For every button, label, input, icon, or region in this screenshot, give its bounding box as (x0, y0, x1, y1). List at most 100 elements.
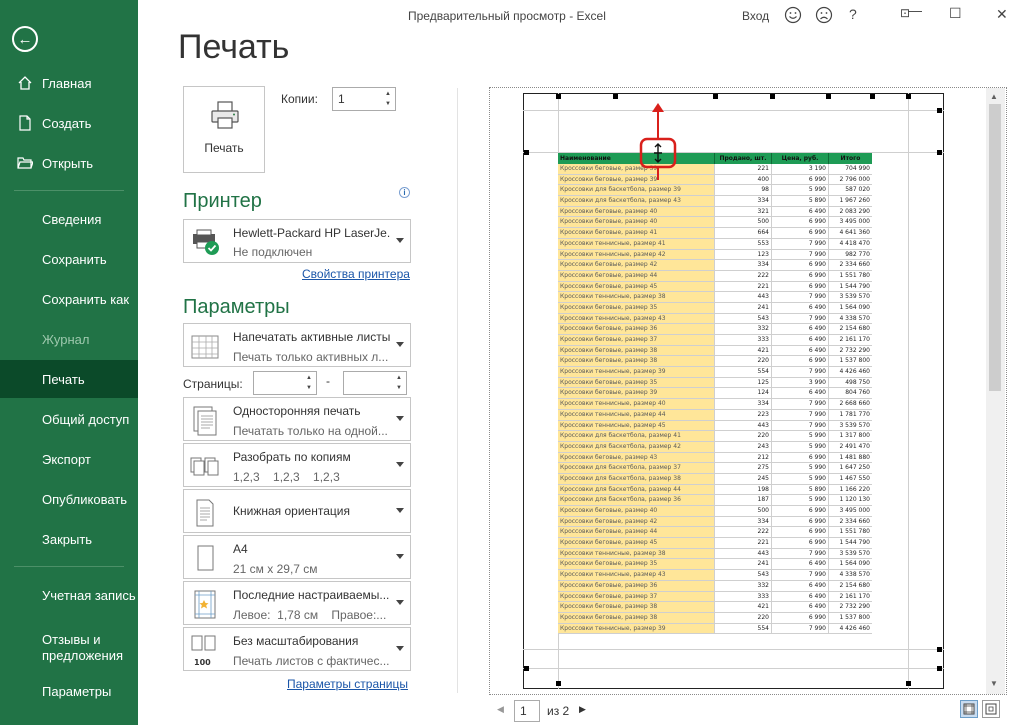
table-row: Кроссовки беговые, размер 38 220 6 990 1 53… (558, 612, 872, 624)
svg-text:100: 100 (194, 658, 211, 667)
table-cell: 6 990 (772, 260, 829, 270)
scroll-up-icon[interactable]: ▲ (990, 92, 998, 101)
sidebar-item-feedback[interactable]: Отзывы и предложения (0, 624, 138, 672)
increment-icon[interactable]: ▲ (383, 91, 393, 97)
footer-margin-line[interactable] (523, 668, 944, 669)
table-cell: Кроссовки для баскетбола, размер 44 (558, 484, 715, 495)
frown-feedback-icon[interactable] (815, 6, 833, 24)
margins-dropdown[interactable]: Последние настраиваемы... Левое: 1,78 см… (183, 581, 411, 625)
info-icon[interactable]: i (399, 187, 410, 198)
sidebar-item-account[interactable]: Учетная запись (0, 576, 138, 614)
table-cell: 5 990 (772, 185, 829, 196)
table-cell: 5 890 (772, 196, 829, 206)
table-cell: 587 020 (845, 186, 870, 194)
sidebar-item-save-as[interactable]: Сохранить как (0, 280, 138, 318)
margin-handle[interactable] (713, 94, 718, 99)
sidebar-item-label: Сохранить (42, 251, 107, 267)
copies-stepper[interactable]: 1 ▲ ▼ (332, 87, 396, 111)
decrement-icon[interactable]: ▼ (383, 101, 393, 107)
decrement-icon[interactable]: ▼ (304, 385, 314, 391)
decrement-icon[interactable]: ▼ (394, 385, 404, 391)
paper-size-dropdown[interactable]: A4 21 см x 29,7 см (183, 535, 411, 579)
table-cell: 243 (715, 441, 772, 452)
table-cell: 543 (715, 313, 772, 324)
page-setup-link[interactable]: Параметры страницы (287, 677, 408, 691)
sidebar-item-print[interactable]: Печать (0, 360, 138, 398)
table-cell: 6 490 (772, 335, 829, 345)
margin-handle[interactable] (556, 94, 561, 99)
sidebar-item-save[interactable]: Сохранить (0, 240, 138, 278)
scrollbar-thumb[interactable] (989, 104, 1001, 391)
sidebar-item-new[interactable]: Создать (0, 104, 138, 142)
sidebar-item-label: Сохранить как (42, 291, 130, 307)
table-cell: 334 (715, 260, 772, 270)
scaling-dropdown[interactable]: 100 Без масштабирования Печать листов с … (183, 627, 411, 671)
header-margin-line[interactable] (523, 110, 944, 111)
sidebar-item-label: Главная (42, 75, 92, 91)
print-what-dropdown[interactable]: Напечатать активные листы Печать только … (183, 323, 411, 367)
margin-handle[interactable] (906, 681, 911, 686)
printer-properties-link[interactable]: Свойства принтера (302, 267, 410, 281)
table-row: Кроссовки теннисные, размер 41 553 7 990 4 … (558, 238, 872, 250)
margin-handle[interactable] (937, 150, 942, 155)
close-button[interactable]: ✕ (996, 6, 1008, 23)
page-number-input[interactable]: 1 (514, 700, 540, 722)
page-count: из 2 (547, 704, 570, 718)
orientation-dropdown[interactable]: Книжная ориентация (183, 489, 411, 533)
table-row: Кроссовки теннисные, размер 43 543 7 990 4 … (558, 570, 872, 581)
table-row: Кроссовки для баскетбола, размер 36 187 5 … (558, 495, 872, 506)
margin-handle[interactable] (556, 681, 561, 686)
sidebar-item-export[interactable]: Экспорт (0, 440, 138, 478)
sidebar-item-open[interactable]: Открыть (0, 144, 138, 182)
margin-handle[interactable] (524, 150, 529, 155)
sign-in-link[interactable]: Вход (742, 9, 769, 23)
table-cell: 664 (715, 228, 772, 238)
printer-dropdown[interactable]: Hewlett-Packard HP LaserJe... Не подключ… (183, 219, 411, 263)
next-page-icon[interactable]: ▶ (579, 704, 586, 715)
margin-handle[interactable] (870, 94, 875, 99)
minimize-button[interactable]: — (908, 2, 922, 18)
margin-handle[interactable] (524, 666, 529, 671)
table-cell: 2 732 290 (839, 603, 870, 611)
preview-table: Наименование Продано, шт. Цена, руб. Ито… (558, 153, 872, 635)
margin-handle[interactable] (613, 94, 618, 99)
sides-dropdown[interactable]: Односторонняя печать Печатать только на … (183, 397, 411, 441)
sidebar-item-share[interactable]: Общий доступ (0, 400, 138, 438)
pages-to-input[interactable]: ▲ ▼ (343, 371, 407, 395)
right-margin-line[interactable] (908, 93, 909, 689)
margin-handle[interactable] (770, 94, 775, 99)
increment-icon[interactable]: ▲ (394, 375, 404, 381)
pages-from-input[interactable]: ▲ ▼ (253, 371, 317, 395)
sidebar-item-home[interactable]: Главная (0, 64, 138, 102)
margin-handle[interactable] (906, 94, 911, 99)
table-cell: 222 (715, 270, 772, 281)
scroll-down-icon[interactable]: ▼ (990, 679, 998, 688)
margin-handle[interactable] (937, 108, 942, 113)
sidebar-item-options[interactable]: Параметры (0, 672, 138, 710)
sidebar-item-close[interactable]: Закрыть (0, 520, 138, 558)
table-cell: 421 (715, 345, 772, 356)
table-cell: Кроссовки беговые, размер 40 (558, 217, 715, 228)
back-arrow-icon[interactable]: ← (12, 26, 38, 52)
help-button[interactable]: ? (849, 6, 857, 22)
print-button[interactable]: Печать (183, 86, 265, 173)
margin-handle[interactable] (826, 94, 831, 99)
prev-page-icon[interactable]: ◀ (497, 704, 504, 715)
table-cell: 4 641 360 (839, 229, 870, 237)
maximize-button[interactable]: ☐ (949, 5, 962, 22)
sidebar-item-info[interactable]: Сведения (0, 200, 138, 238)
margin-handle[interactable] (937, 647, 942, 652)
smile-feedback-icon[interactable] (784, 6, 802, 24)
collate-dropdown[interactable]: Разобрать по копиям 1,2,3 1,2,3 1,2,3 (183, 443, 411, 487)
bottom-margin-line[interactable] (523, 649, 944, 650)
printer-ready-icon (193, 229, 219, 255)
printer-status: Не подключен (233, 245, 313, 259)
show-margins-button[interactable] (960, 700, 978, 718)
zoom-to-page-button[interactable] (982, 700, 1000, 718)
sidebar-item-publish[interactable]: Опубликовать (0, 480, 138, 518)
margin-handle[interactable] (937, 666, 942, 671)
sidebar-item-label: Журнал (42, 331, 90, 347)
increment-icon[interactable]: ▲ (304, 375, 314, 381)
table-cell: 5 990 (772, 495, 829, 505)
table-row: Кроссовки беговые, размер 45 221 6 990 1 54… (558, 281, 872, 293)
